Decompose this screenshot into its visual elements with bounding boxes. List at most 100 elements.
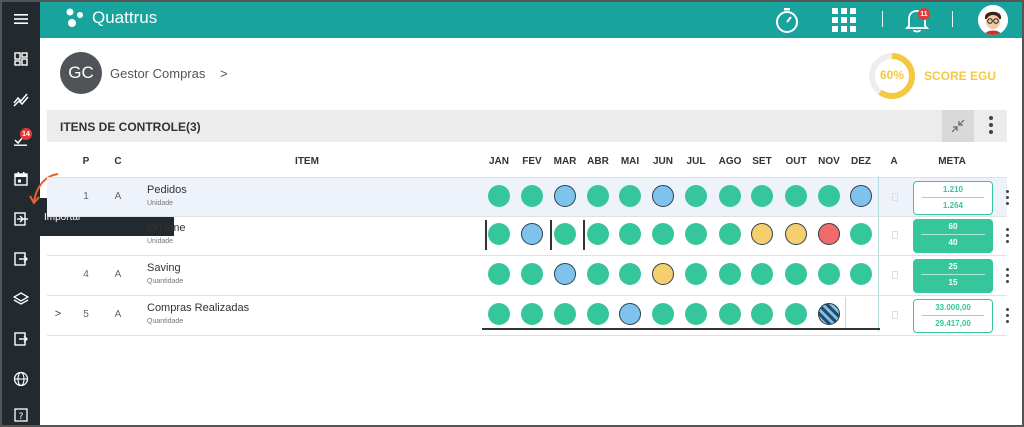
status-dot-mar[interactable] [554, 303, 576, 325]
status-dot-ago[interactable] [719, 303, 741, 325]
status-dot-jul[interactable] [685, 263, 707, 285]
status-dot-nov[interactable] [818, 303, 840, 325]
status-dot-jun[interactable] [652, 223, 674, 245]
status-dot-ago[interactable] [719, 263, 741, 285]
help-icon[interactable]: ? [2, 400, 40, 425]
meta-actual: 29.417,00 [935, 319, 971, 328]
row-item-title[interactable]: Saving [147, 262, 181, 274]
table-row[interactable]: >5 A Compras Realizadas Quantidade 33.000,00… [47, 296, 1009, 336]
table-row[interactable]: On time Unidade 60 40 [47, 216, 1009, 256]
status-dot-mai[interactable] [619, 303, 641, 325]
status-dot-ago[interactable] [719, 185, 741, 207]
status-dot-jul[interactable] [685, 303, 707, 325]
meta-value-box[interactable]: 1.210 1.264 [913, 181, 993, 215]
status-dot-set[interactable] [751, 223, 773, 245]
user-name[interactable]: Gestor Compras [110, 66, 205, 81]
status-dot-set[interactable] [751, 185, 773, 207]
collapse-icon [951, 119, 965, 133]
status-dot-abr[interactable] [587, 223, 609, 245]
collapse-button[interactable] [942, 110, 974, 142]
trends-icon[interactable] [2, 84, 40, 114]
meta-actual: 15 [948, 278, 958, 287]
status-dot-mar[interactable] [554, 185, 576, 207]
status-dot-jun[interactable] [652, 185, 674, 207]
status-dot-out[interactable] [785, 223, 807, 245]
row-more-icon[interactable] [1003, 228, 1011, 243]
trash-icon[interactable] [892, 271, 898, 279]
row-item-title[interactable]: Pedidos [147, 184, 187, 196]
status-dot-out[interactable] [785, 303, 807, 325]
trash-icon[interactable] [892, 193, 898, 201]
status-dot-jul[interactable] [685, 185, 707, 207]
score-label: SCORE EGU [924, 69, 997, 83]
row-class: A [114, 191, 122, 202]
row-priority: 1 [83, 191, 89, 202]
status-dot-mar[interactable] [554, 223, 576, 245]
row-class: A [114, 309, 122, 320]
row-more-icon[interactable] [1003, 268, 1011, 283]
status-dot-set[interactable] [751, 303, 773, 325]
row-item-subtitle: Unidade [147, 238, 174, 245]
status-marker-line [485, 220, 487, 250]
status-dot-mar[interactable] [554, 263, 576, 285]
tasks-badge: 14 [20, 128, 32, 140]
table-row[interactable]: 1 A Pedidos Unidade 1.210 1.264 [47, 177, 1009, 217]
status-dot-fev[interactable] [521, 263, 543, 285]
status-dot-mai[interactable] [619, 263, 641, 285]
status-dot-fev[interactable] [521, 223, 543, 245]
top-bar: Quattrus 11 [40, 2, 1022, 38]
status-dot-fev[interactable] [521, 185, 543, 207]
status-marker-line [550, 220, 552, 250]
export-icon[interactable] [2, 244, 40, 274]
status-dot-jun[interactable] [652, 263, 674, 285]
trash-icon[interactable] [892, 231, 898, 239]
status-dot-dez[interactable] [850, 223, 872, 245]
trash-icon[interactable] [892, 311, 898, 319]
export-secondary-icon[interactable] [2, 324, 40, 354]
status-dot-jan[interactable] [488, 303, 510, 325]
status-dot-abr[interactable] [587, 303, 609, 325]
status-dot-mai[interactable] [619, 185, 641, 207]
layers-icon[interactable] [2, 284, 40, 314]
globe-icon[interactable] [2, 364, 40, 394]
app-logo[interactable]: Quattrus [64, 7, 157, 29]
status-dot-nov[interactable] [818, 223, 840, 245]
menu-icon[interactable] [2, 4, 40, 34]
meta-value-box[interactable]: 33.000,00 29.417,00 [913, 299, 993, 333]
status-dot-nov[interactable] [818, 185, 840, 207]
status-dot-out[interactable] [785, 263, 807, 285]
status-dot-jan[interactable] [488, 223, 510, 245]
section-more-icon[interactable] [987, 116, 995, 134]
row-more-icon[interactable] [1003, 308, 1011, 323]
status-dot-dez[interactable] [850, 263, 872, 285]
timer-icon[interactable] [774, 6, 800, 34]
status-dot-fev[interactable] [521, 303, 543, 325]
status-dot-mai[interactable] [619, 223, 641, 245]
apps-grid-icon[interactable] [832, 8, 856, 32]
status-dot-jun[interactable] [652, 303, 674, 325]
row-item-title[interactable]: Compras Realizadas [147, 302, 249, 314]
notifications-bell-icon[interactable]: 11 [904, 6, 930, 34]
user-avatar[interactable] [978, 5, 1008, 35]
meta-value-box[interactable]: 25 15 [913, 259, 993, 293]
row-item-title[interactable]: On time [147, 222, 186, 234]
meta-value-box[interactable]: 60 40 [913, 219, 993, 253]
table-row[interactable]: 4 A Saving Quantidade 25 15 [47, 256, 1009, 296]
status-dot-out[interactable] [785, 185, 807, 207]
status-dot-jul[interactable] [685, 223, 707, 245]
status-dot-dez[interactable] [850, 185, 872, 207]
status-dot-set[interactable] [751, 263, 773, 285]
row-more-icon[interactable] [1003, 190, 1011, 205]
status-dot-abr[interactable] [587, 185, 609, 207]
meta-divider [921, 234, 985, 235]
tasks-icon[interactable]: 14 [2, 124, 40, 154]
status-dot-abr[interactable] [587, 263, 609, 285]
dashboard-icon[interactable] [2, 44, 40, 74]
user-initials-avatar[interactable]: GC [60, 52, 102, 94]
status-dot-jan[interactable] [488, 263, 510, 285]
status-dot-nov[interactable] [818, 263, 840, 285]
user-chevron-icon[interactable]: > [220, 66, 228, 81]
status-dot-jan[interactable] [488, 185, 510, 207]
expand-chevron-icon[interactable]: > [53, 308, 63, 320]
status-dot-ago[interactable] [719, 223, 741, 245]
